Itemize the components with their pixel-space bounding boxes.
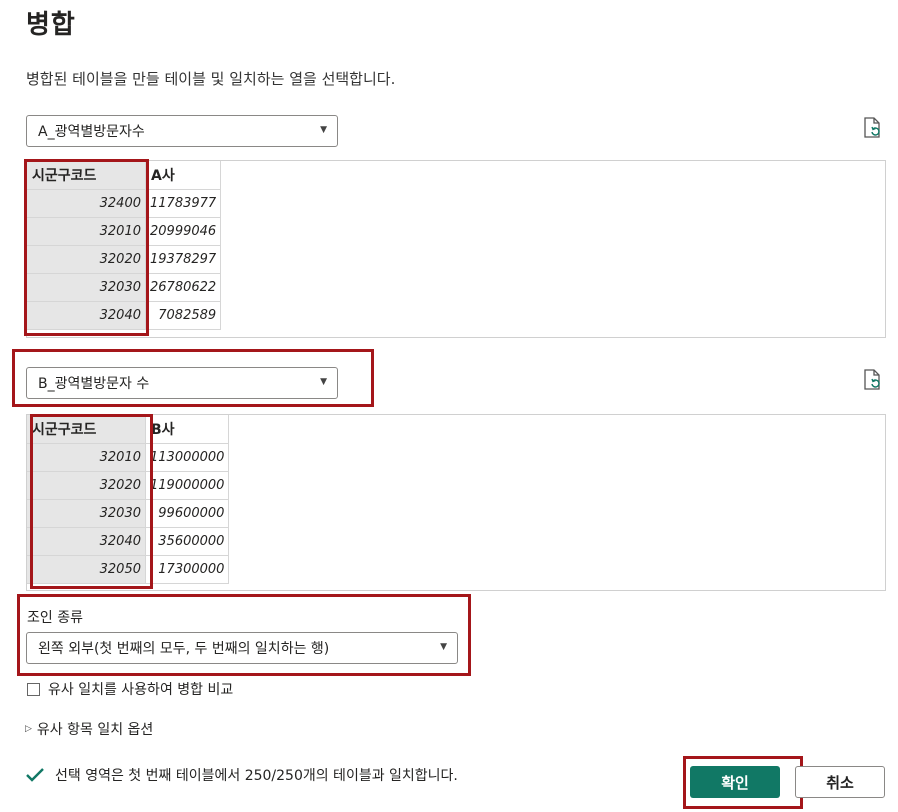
table2-cell: 17300000	[145, 555, 230, 584]
table1-preview: 시군구코드 A사 32400 11783977 32010 20999046 3…	[26, 160, 886, 338]
table-row: 32020 19378297	[27, 245, 222, 274]
refresh-doc-icon[interactable]	[863, 369, 883, 395]
table1-dropdown-value: A_광역별방문자수	[38, 124, 145, 140]
join-kind-label: 조인 종류	[27, 610, 83, 626]
table-row: 32050 17300000	[27, 555, 230, 584]
table2-cell: 113000000	[145, 443, 230, 472]
status-bar: 선택 영역은 첫 번째 테이블에서 250/250개의 테이블과 일치합니다.	[25, 765, 458, 785]
table2-cell: 32050	[27, 555, 146, 584]
refresh-doc-icon[interactable]	[863, 117, 883, 143]
table1-column-header-value[interactable]: A사	[145, 161, 222, 190]
fuzzy-options-label: 유사 항목 일치 옵션	[36, 722, 154, 738]
table2-column-header-value[interactable]: B사	[145, 415, 230, 444]
dialog-title: 병합	[26, 10, 76, 40]
table-row: 32030 26780622	[27, 273, 222, 302]
table2-cell: 35600000	[145, 527, 230, 556]
table1-cell: 32010	[27, 217, 146, 246]
ok-button[interactable]: 확인	[690, 766, 780, 798]
table-row: 32020 119000000	[27, 471, 230, 500]
caret-down-icon: ▼	[320, 125, 327, 135]
table1-dropdown[interactable]: A_광역별방문자수 ▼	[26, 115, 338, 147]
table-row: 32040 7082589	[27, 301, 222, 330]
table1-cell: 7082589	[145, 301, 222, 330]
join-kind-value: 왼쪽 외부(첫 번째의 모두, 두 번째의 일치하는 행)	[38, 641, 330, 657]
fuzzy-match-checkbox[interactable]	[27, 682, 40, 696]
table1-cell: 11783977	[145, 189, 222, 218]
table2-cell: 32030	[27, 499, 146, 528]
table1-cell: 19378297	[145, 245, 222, 274]
triangle-right-icon: ▷	[25, 724, 32, 734]
fuzzy-options-expander[interactable]: ▷ 유사 항목 일치 옵션	[25, 719, 153, 739]
table2-dropdown[interactable]: B_광역별방문자 수 ▼	[26, 367, 338, 399]
table2-cell: 119000000	[145, 471, 230, 500]
table2-cell: 99600000	[145, 499, 230, 528]
table2-cell: 32020	[27, 471, 146, 500]
table1-grid: 시군구코드 A사 32400 11783977 32010 20999046 3…	[27, 161, 222, 330]
table-row: 32030 99600000	[27, 499, 230, 528]
table1-column-header-key[interactable]: 시군구코드	[27, 161, 146, 190]
table-row: 32010 20999046	[27, 217, 222, 246]
table1-cell: 26780622	[145, 273, 222, 302]
fuzzy-match-label: 유사 일치를 사용하여 병합 비교	[48, 682, 234, 698]
join-kind-dropdown[interactable]: 왼쪽 외부(첫 번째의 모두, 두 번째의 일치하는 행) ▼	[26, 632, 458, 664]
table1-cell: 32400	[27, 189, 146, 218]
caret-down-icon: ▼	[440, 642, 447, 652]
table2-cell: 32010	[27, 443, 146, 472]
table-row: 32400 11783977	[27, 189, 222, 218]
checkmark-icon	[26, 768, 44, 782]
fuzzy-match-option[interactable]: 유사 일치를 사용하여 병합 비교	[27, 679, 233, 699]
table1-cell: 20999046	[145, 217, 222, 246]
table2-preview: 시군구코드 B사 32010 113000000 32020 119000000…	[26, 414, 886, 591]
table1-cell: 32030	[27, 273, 146, 302]
table2-cell: 32040	[27, 527, 146, 556]
table2-dropdown-value: B_광역별방문자 수	[38, 376, 150, 392]
table-row: 32010 113000000	[27, 443, 230, 472]
table1-cell: 32020	[27, 245, 146, 274]
caret-down-icon: ▼	[320, 377, 327, 387]
cancel-button[interactable]: 취소	[795, 766, 885, 798]
dialog-subtitle: 병합된 테이블을 만들 테이블 및 일치하는 열을 선택합니다.	[26, 70, 396, 88]
table2-grid: 시군구코드 B사 32010 113000000 32020 119000000…	[27, 415, 230, 584]
table2-column-header-key[interactable]: 시군구코드	[27, 415, 146, 444]
status-message: 선택 영역은 첫 번째 테이블에서 250/250개의 테이블과 일치합니다.	[55, 768, 458, 784]
table-row: 32040 35600000	[27, 527, 230, 556]
table1-cell: 32040	[27, 301, 146, 330]
